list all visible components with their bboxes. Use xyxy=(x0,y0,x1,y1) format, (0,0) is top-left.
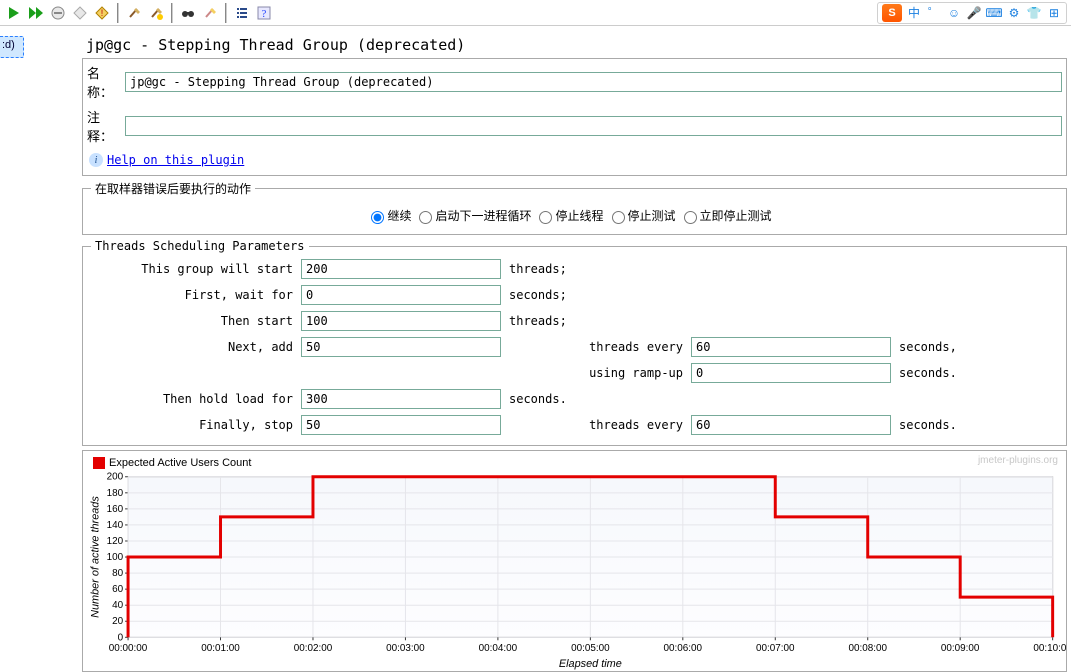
tree-node-fragment[interactable]: :d) xyxy=(0,36,24,58)
svg-text:20: 20 xyxy=(112,616,124,627)
params-fieldset: Threads Scheduling Parameters This group… xyxy=(82,239,1067,446)
svg-text:00:09:00: 00:09:00 xyxy=(941,643,980,654)
help-icon[interactable]: ? xyxy=(254,3,274,23)
separator-icon xyxy=(171,3,173,23)
svg-text:00:04:00: 00:04:00 xyxy=(479,643,518,654)
next-add-input[interactable] xyxy=(301,337,501,357)
then-start-label: Then start xyxy=(91,314,301,328)
ime-punct-icon[interactable]: ゜ xyxy=(926,5,942,21)
svg-text:00:08:00: 00:08:00 xyxy=(848,643,887,654)
svg-text:200: 200 xyxy=(107,472,124,483)
page-title: jp@gc - Stepping Thread Group (deprecate… xyxy=(82,34,1067,56)
help-link[interactable]: Help on this plugin xyxy=(107,153,244,167)
radio-next-loop[interactable]: 启动下一进程循环 xyxy=(419,207,531,224)
threads-every-input[interactable] xyxy=(691,337,891,357)
radio-continue[interactable]: 继续 xyxy=(371,207,411,224)
binoculars-icon[interactable] xyxy=(178,3,198,23)
shutdown-icon[interactable]: ! xyxy=(92,3,112,23)
ime-emoji-icon[interactable]: ☺ xyxy=(946,5,962,21)
radio-stop-thread[interactable]: 停止线程 xyxy=(539,207,603,224)
svg-text:?: ? xyxy=(262,8,267,20)
sogou-logo-icon[interactable]: S xyxy=(882,4,902,22)
svg-text:00:05:00: 00:05:00 xyxy=(571,643,610,654)
broom-icon[interactable] xyxy=(124,3,144,23)
seconds-period: seconds. xyxy=(891,366,961,380)
svg-text:Elapsed time: Elapsed time xyxy=(559,658,622,670)
comment-input[interactable] xyxy=(125,116,1062,136)
svg-text:00:06:00: 00:06:00 xyxy=(664,643,703,654)
seconds-unit: seconds; xyxy=(501,288,691,302)
stop-icon[interactable] xyxy=(48,3,68,23)
error-action-fieldset: 在取样器错误后要执行的动作 继续 启动下一进程循环 停止线程 停止测试 立即停止… xyxy=(82,180,1067,235)
svg-text:60: 60 xyxy=(112,584,124,595)
radio-stop-now[interactable]: 立即停止测试 xyxy=(684,207,772,224)
svg-text:140: 140 xyxy=(107,520,124,531)
broom-color-icon[interactable] xyxy=(200,3,220,23)
main-panel: jp@gc - Stepping Thread Group (deprecate… xyxy=(78,30,1071,672)
wait-input[interactable] xyxy=(301,285,501,305)
name-label: 名称： xyxy=(87,63,125,101)
play-all-icon[interactable] xyxy=(26,3,46,23)
then-start-input[interactable] xyxy=(301,311,501,331)
ramp-input[interactable] xyxy=(691,363,891,383)
stop-every-input[interactable] xyxy=(691,415,891,435)
svg-text:160: 160 xyxy=(107,504,124,515)
ime-bar: S 中 ゜ ☺ 🎤 ⌨ ⚙ 👕 ⊞ xyxy=(877,2,1067,24)
start-input[interactable] xyxy=(301,259,501,279)
separator-icon xyxy=(117,3,119,23)
threads-every-label: threads every xyxy=(501,340,691,354)
seconds-period-2: seconds. xyxy=(501,392,691,406)
svg-text:100: 100 xyxy=(107,552,124,563)
threads-unit-2: threads; xyxy=(501,314,691,328)
svg-text:00:10:00: 00:10:00 xyxy=(1033,643,1066,654)
svg-text:00:07:00: 00:07:00 xyxy=(756,643,795,654)
svg-text:00:03:00: 00:03:00 xyxy=(386,643,425,654)
svg-text:00:01:00: 00:01:00 xyxy=(201,643,240,654)
radio-stop-test[interactable]: 停止测试 xyxy=(612,207,676,224)
svg-text:00:02:00: 00:02:00 xyxy=(294,643,333,654)
ime-skin-icon[interactable]: 👕 xyxy=(1026,5,1042,21)
error-action-legend: 在取样器错误后要执行的动作 xyxy=(91,180,255,197)
ime-mic-icon[interactable]: 🎤 xyxy=(966,5,982,21)
broom-warn-icon[interactable] xyxy=(146,3,166,23)
next-add-label: Next, add xyxy=(91,340,301,354)
ime-grid-icon[interactable]: ⊞ xyxy=(1046,5,1062,21)
play-icon[interactable] xyxy=(4,3,24,23)
chart-box: Expected Active Users Count jmeter-plugi… xyxy=(82,450,1067,672)
hold-input[interactable] xyxy=(301,389,501,409)
ime-gear-icon[interactable]: ⚙ xyxy=(1006,5,1022,21)
svg-text:0: 0 xyxy=(118,632,124,643)
svg-text:80: 80 xyxy=(112,568,124,579)
seconds-period-3: seconds. xyxy=(891,418,961,432)
stop-all-icon[interactable] xyxy=(70,3,90,23)
params-legend: Threads Scheduling Parameters xyxy=(91,239,309,253)
comment-label: 注释： xyxy=(87,107,125,145)
threads-unit: threads; xyxy=(501,262,691,276)
svg-text:00:00:00: 00:00:00 xyxy=(109,643,148,654)
wait-label: First, wait for xyxy=(91,288,301,302)
chart-svg: 0 20 40 60 80 100 120 140 160 180 200 00:00:00 00:01… xyxy=(83,451,1066,671)
ramp-label: using ramp-up xyxy=(501,366,691,380)
hold-label: Then hold load for xyxy=(91,392,301,406)
stop-label: Finally, stop xyxy=(91,418,301,432)
info-icon: i xyxy=(89,153,103,167)
svg-text:Number of active threads: Number of active threads xyxy=(89,496,101,618)
ime-keyboard-icon[interactable]: ⌨ xyxy=(986,5,1002,21)
svg-text:180: 180 xyxy=(107,488,124,499)
svg-text:120: 120 xyxy=(107,536,124,547)
svg-text:!: ! xyxy=(101,8,104,18)
start-label: This group will start xyxy=(91,262,301,276)
header-box: 名称： 注释： i Help on this plugin xyxy=(82,58,1067,176)
ime-lang-icon[interactable]: 中 xyxy=(906,5,922,21)
svg-text:40: 40 xyxy=(112,600,124,611)
toolbar: ! ? S 中 ゜ ☺ 🎤 ⌨ ⚙ 👕 ⊞ xyxy=(0,0,1071,26)
name-input[interactable] xyxy=(125,72,1062,92)
stop-input[interactable] xyxy=(301,415,501,435)
separator-icon xyxy=(225,3,227,23)
stop-every-label: threads every xyxy=(501,418,691,432)
list-icon[interactable] xyxy=(232,3,252,23)
seconds-comma: seconds, xyxy=(891,340,961,354)
error-radio-row: 继续 启动下一进程循环 停止线程 停止测试 立即停止测试 xyxy=(91,207,1058,224)
